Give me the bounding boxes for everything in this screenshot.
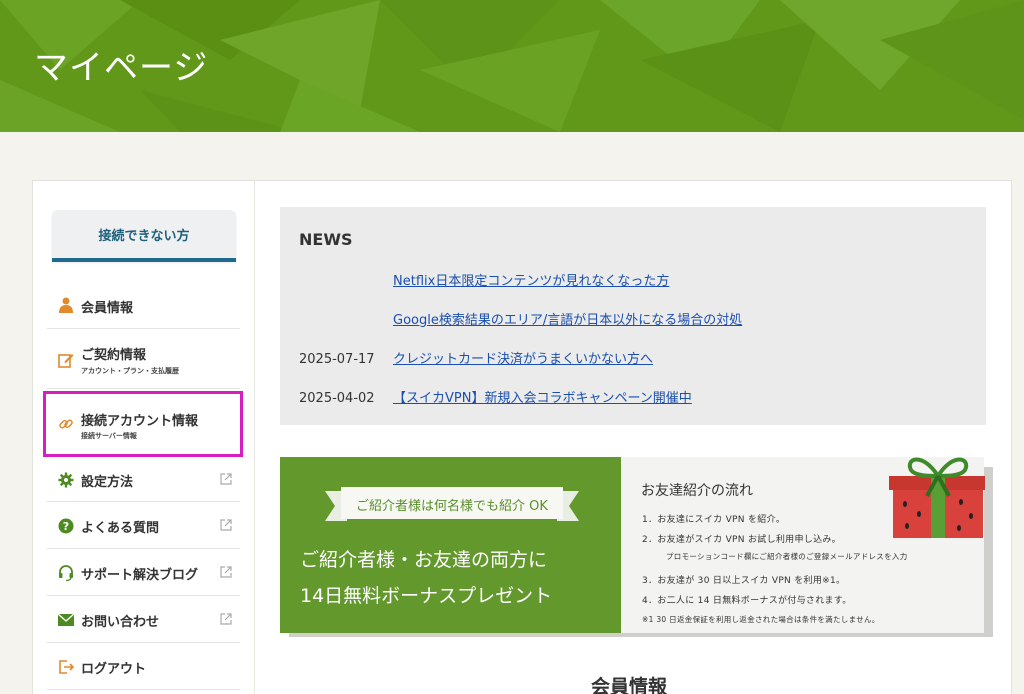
news-link[interactable]: 【スイカVPN】新規入会コラボキャンペーン開催中 — [393, 391, 692, 406]
news-link[interactable]: Netflix日本限定コンテンツが見れなくなった方 — [393, 274, 669, 289]
cant-connect-label: 接続できない方 — [98, 228, 190, 244]
sidebar-item-logout[interactable]: ログアウト — [47, 643, 240, 690]
news-box: NEWS Netflix日本限定コンテンツが見れなくなった方 Google検索結… — [280, 207, 986, 425]
banner-headline-1: ご紹介者様・お友達の両方に — [300, 549, 548, 571]
sidebar-item-label: 会員情報 — [81, 301, 134, 316]
flow-step: 1．お友達にスイカ VPN を紹介。 — [642, 515, 786, 525]
external-link-icon — [220, 613, 232, 625]
sidebar-item-label: お問い合わせ — [81, 615, 160, 630]
sidebar-item-label: ご契約情報 — [81, 348, 147, 363]
sidebar-item-member-info[interactable]: 会員情報 — [47, 281, 240, 329]
link-icon — [57, 415, 75, 433]
svg-text:?: ? — [63, 520, 69, 533]
sidebar-item-label: サポート解決ブログ — [81, 568, 199, 583]
sidebar-item-sublabel: 接続サーバー情報 — [81, 432, 137, 440]
banner-headline-2: 14日無料ボーナスプレゼント — [300, 585, 553, 607]
sidebar-item-label: 設定方法 — [81, 475, 134, 490]
sidebar-item-support-blog[interactable]: サポート解決ブログ — [47, 549, 240, 596]
sidebar: 接続できない方 会員情報 ご契約情報 アカウント・プラン・支払履歴 接続アカウン… — [33, 181, 255, 694]
sidebar-menu: 会員情報 ご契約情報 アカウント・プラン・支払履歴 接続アカウント情報 接続サー… — [47, 281, 240, 690]
news-link[interactable]: Google検索結果のエリア/言語が日本以外になる場合の対処 — [393, 313, 742, 328]
sidebar-item-label: よくある質問 — [81, 521, 160, 536]
flow-title: お友達紹介の流れ — [641, 483, 753, 499]
external-link-icon — [220, 566, 232, 578]
headset-icon — [57, 564, 75, 582]
ribbon-text: ご紹介者様は何名様でも紹介 OK — [356, 498, 548, 514]
news-row: 2025-07-17 クレジットカード決済がうまくいかない方へ — [299, 348, 653, 367]
sidebar-item-setup[interactable]: 設定方法 — [47, 455, 240, 502]
edit-icon — [57, 351, 75, 369]
news-row: 2025-04-02 【スイカVPN】新規入会コラボキャンペーン開催中 — [299, 387, 692, 406]
flow-step: 4．お二人に 14 日無料ボーナスが付与されます。 — [642, 596, 852, 606]
sidebar-item-connection-account[interactable]: 接続アカウント情報 接続サーバー情報 — [47, 389, 240, 455]
news-date: 2025-07-17 — [299, 352, 375, 367]
banner-left: ご紹介者様は何名様でも紹介 OK ご紹介者様・お友達の両方に 14日無料ボーナス… — [280, 457, 621, 633]
gear-icon — [57, 471, 75, 489]
cant-connect-button[interactable]: 接続できない方 — [52, 210, 236, 262]
page-header: マイページ — [0, 0, 1024, 132]
external-link-icon — [220, 473, 232, 485]
flow-footnote: ※1 30 日返金保証を利用し返金された場合は条件を満たしません。 — [642, 615, 880, 624]
logout-icon — [57, 658, 75, 676]
sidebar-item-contact[interactable]: お問い合わせ — [47, 596, 240, 643]
news-row: Google検索結果のエリア/言語が日本以外になる場合の対処 — [299, 309, 742, 328]
news-row: Netflix日本限定コンテンツが見れなくなった方 — [299, 270, 669, 289]
sidebar-item-label: ログアウト — [81, 662, 147, 677]
person-icon — [57, 296, 75, 314]
page-title: マイページ — [34, 48, 209, 88]
flow-step: 2．お友達がスイカ VPN お試し利用申し込み。 — [642, 535, 841, 545]
main-panel: 接続できない方 会員情報 ご契約情報 アカウント・プラン・支払履歴 接続アカウン… — [32, 180, 1012, 694]
sidebar-item-faq[interactable]: ? よくある質問 — [47, 502, 240, 549]
gift-icon — [889, 457, 985, 538]
news-link[interactable]: クレジットカード決済がうまくいかない方へ — [393, 352, 653, 367]
mail-icon — [57, 611, 75, 629]
news-title: NEWS — [299, 230, 353, 249]
section-title: 会員情報 — [591, 676, 668, 694]
sidebar-item-contract-info[interactable]: ご契約情報 アカウント・プラン・支払履歴 — [47, 329, 240, 389]
referral-banner[interactable]: ご紹介者様は何名様でも紹介 OK ご紹介者様・お友達の両方に 14日無料ボーナス… — [280, 457, 985, 633]
sidebar-item-label: 接続アカウント情報 — [81, 414, 199, 429]
sidebar-item-sublabel: アカウント・プラン・支払履歴 — [81, 367, 179, 375]
news-date: 2025-04-02 — [299, 391, 375, 406]
external-link-icon — [220, 519, 232, 531]
flow-step: 3．お友達が 30 日以上スイカ VPN を利用※1。 — [642, 576, 846, 586]
flow-step-note: プロモーションコード欄にご紹介者様のご登録メールアドレスを入力 — [666, 552, 908, 561]
question-icon: ? — [57, 517, 75, 535]
